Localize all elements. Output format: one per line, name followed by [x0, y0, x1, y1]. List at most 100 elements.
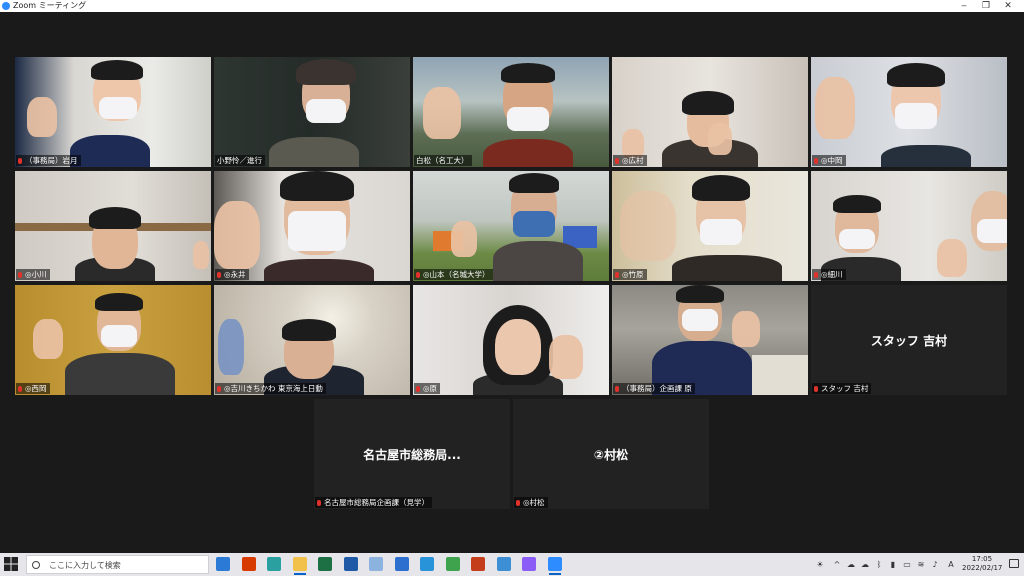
participant-name: （事務局）企画課 原 — [622, 384, 692, 393]
face-mask — [99, 97, 137, 119]
face-mask — [682, 309, 718, 331]
clock-date: 2022/02/17 — [962, 564, 1003, 572]
volume-icon[interactable]: ♪ — [930, 553, 940, 576]
person-body — [483, 139, 573, 167]
edge-icon[interactable] — [267, 557, 281, 571]
video-tile[interactable]: ◎小川 — [15, 171, 211, 281]
notification-center-icon[interactable] — [1009, 559, 1019, 568]
video-tile[interactable]: ◎永井 — [214, 171, 410, 281]
face-mask — [839, 229, 875, 249]
person-body — [672, 255, 782, 281]
clock-time: 17:05 — [971, 555, 993, 563]
video-tile[interactable]: ◎中岡 — [811, 57, 1007, 167]
powerpoint-icon[interactable] — [471, 557, 485, 571]
waving-hand — [214, 201, 260, 269]
participant-name: ◎村松 — [523, 498, 545, 507]
taskbar-clock[interactable]: 17:05 2022/02/17 — [962, 555, 1002, 573]
video-tile[interactable]: ◎原 — [413, 285, 609, 395]
chrome-icon[interactable] — [445, 557, 460, 571]
waving-hand — [549, 335, 583, 379]
muted-mic-icon — [416, 386, 420, 392]
zoom-icon[interactable] — [547, 557, 562, 575]
waving-hand — [708, 123, 732, 155]
video-tile[interactable]: （事務局）岩月 — [15, 57, 211, 167]
video-tile-active-speaker[interactable]: 小野怜／進行 — [214, 57, 410, 167]
windows-start-icon[interactable] — [4, 557, 18, 571]
paint-icon[interactable] — [369, 557, 383, 571]
muted-mic-icon — [217, 386, 221, 392]
onedrive-icon[interactable]: ☁ — [846, 553, 856, 576]
participant-label: 白松（名工大） — [414, 155, 472, 166]
taskbar-search-box[interactable]: ここに入力して検索 — [26, 555, 209, 574]
lync-icon[interactable] — [216, 557, 230, 571]
chevron-up-icon[interactable]: ^ — [832, 553, 842, 576]
zoom-logo-icon — [2, 2, 10, 10]
participant-label: ◎西岡 — [16, 383, 50, 394]
explorer-icon[interactable] — [292, 557, 307, 575]
ime-mode-indicator[interactable]: A — [946, 553, 956, 576]
participant-tile-no-video[interactable]: スタッフ 吉村 スタッフ 吉村 — [811, 285, 1007, 395]
participant-label: ◎山本（名城大学） — [414, 269, 493, 280]
video-tile[interactable]: ◎竹原 — [612, 171, 808, 281]
battery-icon[interactable]: ▮ — [888, 553, 898, 576]
office-icon[interactable] — [241, 557, 256, 571]
participant-name: 小野怜／進行 — [217, 156, 262, 165]
face-mask — [513, 211, 555, 237]
display-icon[interactable]: ▭ — [902, 553, 912, 576]
weather-icon[interactable]: ☀ — [814, 553, 826, 576]
waving-hand — [815, 77, 855, 139]
muted-mic-icon — [615, 272, 619, 278]
cloud-icon[interactable]: ☁ — [860, 553, 870, 576]
word-icon[interactable] — [343, 557, 358, 571]
participant-name: ◎中岡 — [821, 156, 843, 165]
participant-label: ◎原 — [414, 383, 441, 394]
muted-mic-icon — [615, 158, 619, 164]
muted-mic-icon — [516, 500, 520, 506]
participant-label: （事務局）岩月 — [16, 155, 81, 166]
waving-hand — [451, 221, 477, 257]
muted-mic-icon — [615, 386, 619, 392]
video-tile[interactable]: （事務局）企画課 原 — [612, 285, 808, 395]
participant-label: ◎竹原 — [613, 269, 647, 280]
participant-tile-no-video[interactable]: ②村松 ◎村松 — [513, 399, 709, 509]
person-hair — [91, 60, 143, 80]
person-hair — [509, 173, 559, 193]
excel-icon[interactable] — [318, 557, 332, 571]
wifi-icon[interactable]: ≋ — [916, 553, 926, 576]
video-tile[interactable]: ◎広村 — [612, 57, 808, 167]
mail-icon[interactable] — [394, 557, 409, 571]
face-mask — [101, 325, 137, 347]
person-hair — [95, 293, 143, 311]
person-hair — [682, 91, 734, 115]
participant-label: ◎中岡 — [812, 155, 846, 166]
person-hair — [296, 59, 356, 85]
participant-name: ◎永井 — [224, 270, 246, 279]
video-tile[interactable]: ◎細川 — [811, 171, 1007, 281]
network-icon[interactable] — [420, 557, 434, 571]
waving-hand — [33, 319, 63, 359]
video-tile[interactable]: ◎西岡 — [15, 285, 211, 395]
face-mask — [507, 107, 549, 131]
close-button[interactable]: ✕ — [998, 0, 1018, 12]
participant-label: ◎永井 — [215, 269, 249, 280]
minimize-button[interactable]: ‒ — [954, 0, 974, 12]
video-tile[interactable]: 白松（名工大） — [413, 57, 609, 167]
muted-mic-icon — [18, 272, 22, 278]
messenger-icon[interactable] — [522, 557, 536, 571]
face-mask — [306, 99, 346, 123]
person-hair — [282, 319, 336, 341]
person-body — [65, 353, 175, 395]
participant-label: （事務局）企画課 原 — [613, 383, 695, 394]
restore-button[interactable]: ❐ — [976, 0, 996, 12]
remote-desktop-icon[interactable] — [496, 557, 511, 571]
bluetooth-icon[interactable]: ᛒ — [874, 553, 884, 576]
participant-display-name: ②村松 — [593, 447, 629, 462]
video-tile[interactable]: ◎山本（名城大学） — [413, 171, 609, 281]
participant-tile-no-video[interactable]: 名古屋市総務局... 名古屋市総務局企画課（見学） — [314, 399, 510, 509]
muted-mic-icon — [814, 386, 818, 392]
participant-label: ◎広村 — [613, 155, 647, 166]
person-body — [264, 259, 374, 281]
participant-label: スタッフ 吉村 — [812, 383, 872, 394]
person-hair — [833, 195, 881, 213]
video-tile[interactable]: ◎吉川きちかわ 東京海上日動 — [214, 285, 410, 395]
